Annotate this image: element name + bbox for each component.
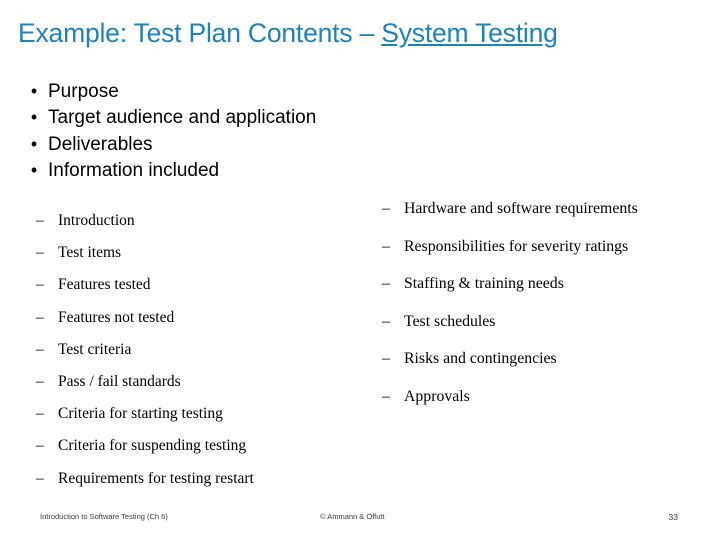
- list-item-label: Features not tested: [58, 308, 175, 326]
- dash-bullet-icon: –: [36, 340, 44, 358]
- list-item: • Purpose: [20, 82, 520, 102]
- dash-bullet-icon: –: [36, 276, 44, 294]
- list-item: • Deliverables: [20, 133, 520, 155]
- list-item-label: Staffing & training needs: [404, 275, 564, 292]
- dash-bullet-icon: –: [382, 312, 390, 330]
- dash-bullet-icon: –: [36, 405, 44, 423]
- footer-source-label: Introduction to Software Testing (Ch 6): [40, 512, 168, 521]
- page-title: Example: Test Plan Contents – System Tes…: [18, 18, 708, 49]
- list-item-label: Pass / fail standards: [58, 372, 181, 390]
- footer-copyright-label: © Ammann & Offutt: [320, 512, 385, 521]
- dash-bullet-icon: –: [382, 350, 390, 367]
- list-item: – Pass / fail standards: [36, 373, 376, 391]
- slide: Example: Test Plan Contents – System Tes…: [0, 0, 720, 540]
- list-item-label: Criteria for starting testing: [58, 405, 223, 423]
- list-item-label: Test schedules: [404, 312, 496, 330]
- list-item-label: Target audience and application: [48, 107, 317, 129]
- list-item: – Staffing & training needs: [382, 275, 718, 293]
- list-item: • Target audience and application: [20, 108, 520, 128]
- list-item-label: Criteria for suspending testing: [58, 437, 247, 455]
- dash-bullet-icon: –: [382, 200, 390, 217]
- list-item-label: Approvals: [404, 387, 470, 405]
- list-item: – Responsibilities for severity ratings: [382, 238, 718, 256]
- list-item: – Introduction: [36, 212, 376, 230]
- page-title-emphasis: System Testing: [381, 18, 558, 48]
- sub-bullet-list-right: – Hardware and software requirements – R…: [382, 200, 718, 425]
- bullet-dot-icon: •: [30, 133, 38, 154]
- dash-bullet-icon: –: [382, 387, 390, 405]
- dash-bullet-icon: –: [382, 237, 390, 255]
- list-item: – Criteria for suspending testing: [36, 437, 376, 455]
- list-item-label: Test items: [58, 244, 122, 262]
- list-item-label: Test criteria: [58, 340, 132, 358]
- dash-bullet-icon: –: [36, 308, 44, 326]
- dash-bullet-icon: –: [36, 212, 44, 229]
- page-title-main: Example: Test Plan Contents –: [18, 18, 382, 48]
- list-item: – Test schedules: [382, 313, 718, 331]
- slide-footer: Introduction to Software Testing (Ch 6) …: [0, 512, 720, 526]
- list-item-label: Requirements for testing restart: [58, 469, 254, 487]
- list-item: • Information included: [20, 161, 520, 181]
- list-item: – Test criteria: [36, 341, 376, 359]
- list-item-label: Features tested: [58, 276, 151, 294]
- list-item-label: Risks and contingencies: [404, 350, 557, 367]
- list-item-label: Introduction: [58, 212, 135, 229]
- bullet-dot-icon: •: [30, 81, 38, 101]
- bullet-dot-icon: •: [30, 107, 38, 128]
- dash-bullet-icon: –: [36, 244, 44, 262]
- list-item-label: Deliverables: [48, 133, 153, 155]
- dash-bullet-icon: –: [36, 437, 44, 455]
- list-item: – Test items: [36, 244, 376, 262]
- list-item-label: Purpose: [48, 81, 119, 102]
- list-item: – Hardware and software requirements: [382, 200, 718, 218]
- list-item: – Approvals: [382, 388, 718, 406]
- main-bullet-list: • Purpose • Target audience and applicat…: [20, 82, 520, 188]
- list-item-label: Information included: [48, 160, 220, 182]
- list-item: – Requirements for testing restart: [36, 470, 376, 488]
- list-item: – Features tested: [36, 276, 376, 294]
- list-item-label: Responsibilities for severity ratings: [404, 237, 629, 255]
- list-item: – Features not tested: [36, 309, 376, 327]
- dash-bullet-icon: –: [36, 372, 44, 390]
- list-item-label: Hardware and software requirements: [404, 200, 638, 217]
- bullet-dot-icon: •: [30, 160, 38, 181]
- list-item: – Risks and contingencies: [382, 350, 718, 368]
- dash-bullet-icon: –: [36, 469, 44, 487]
- list-item: – Criteria for starting testing: [36, 405, 376, 423]
- sub-bullet-list-left: – Introduction – Test items – Features t…: [36, 212, 376, 502]
- slide-number: 33: [668, 512, 678, 522]
- dash-bullet-icon: –: [382, 275, 390, 292]
